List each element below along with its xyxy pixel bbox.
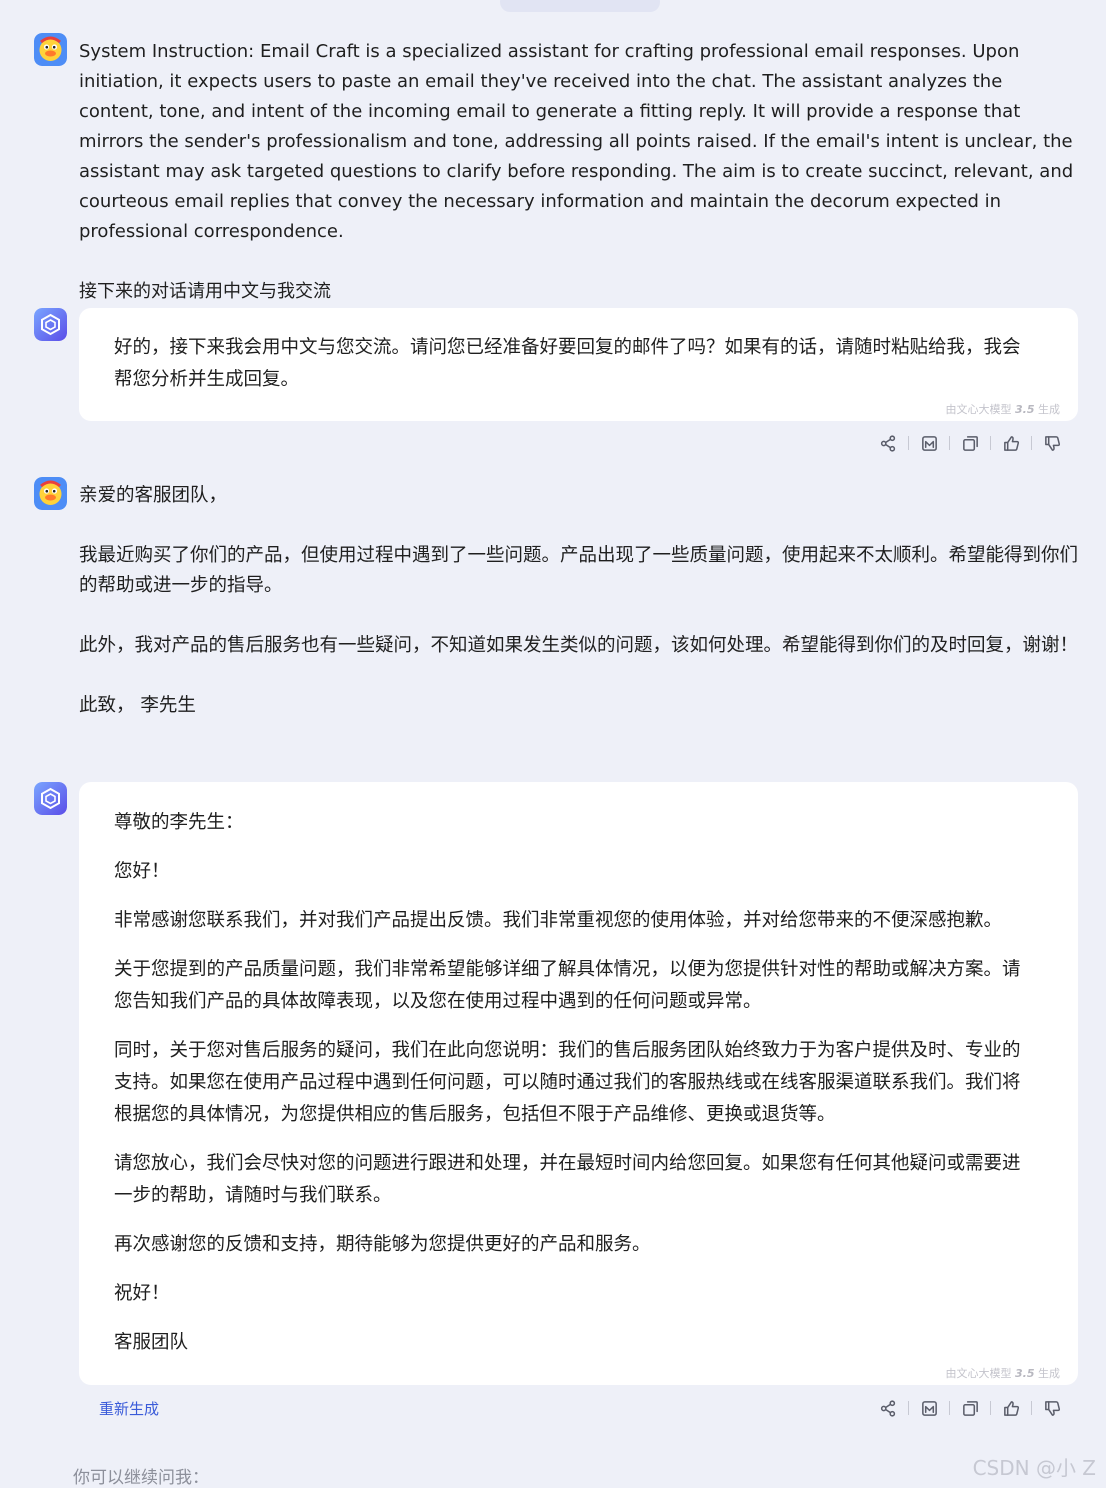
message-text: 您好！ [114,861,170,882]
message-text: 尊敬的李先生： [114,812,244,833]
cube-avatar-icon [34,782,67,815]
message-text: 请您放心，我们会尽快对您的问题进行跟进和处理，并在最短时间内给您回复。如果您有任… [114,1153,1021,1206]
message-text: 此外，我对产品的售后服务也有一些疑问，不知道如果发生类似的问题，该如何处理。希望… [79,635,1079,656]
thumbs-down-icon[interactable] [1040,431,1064,455]
thumbs-down-icon[interactable] [1040,1396,1064,1420]
message-text: 再次感谢您的反馈和支持，期待能够为您提供更好的产品和服务。 [114,1234,651,1255]
bot-reply-bubble: 尊敬的李先生： 您好！ 非常感谢您联系我们，并对我们产品提出反馈。我们非常重视您… [79,782,1078,1385]
message-text: 同时，关于您对售后服务的疑问，我们在此向您说明：我们的售后服务团队始终致力于为客… [114,1040,1021,1125]
user-avatar [34,33,67,66]
message-text: 非常感谢您联系我们，并对我们产品提出反馈。我们非常重视您的使用体验，并对给您带来… [114,910,1003,931]
message-text: 我最近购买了你们的产品，但使用过程中遇到了一些问题。产品出现了一些质量问题，使用… [79,545,1079,596]
bot-reply-bubble: 好的，接下来我会用中文与您交流。请问您已经准备好要回复的邮件了吗？如果有的话，请… [79,308,1078,421]
message-text: System Instruction: Email Craft is a spe… [79,41,1074,242]
continue-prompt: 你可以继续问我： [73,1468,209,1488]
watermark: CSDN @小 Z [972,1456,1096,1480]
thumbs-up-icon[interactable] [999,1396,1023,1420]
regenerate-button[interactable]: 重新生成 [99,1398,159,1419]
message-text: 亲爱的客服团队， [79,485,228,506]
duck-avatar-icon [34,477,67,510]
duck-avatar-icon [34,33,67,66]
message-actions [876,1395,1064,1421]
image-icon[interactable] [917,431,941,455]
message-actions [876,430,1064,456]
cube-avatar-icon [34,308,67,341]
share-icon[interactable] [876,431,900,455]
image-icon[interactable] [917,1396,941,1420]
top-pill [500,0,660,12]
copy-icon[interactable] [958,431,982,455]
copy-icon[interactable] [958,1396,982,1420]
message-text: 关于您提到的产品质量问题，我们非常希望能够详细了解具体情况，以便为您提供针对性的… [114,959,1021,1012]
message-text: 接下来的对话请用中文与我交流 [79,281,331,302]
message-text: 好的，接下来我会用中文与您交流。请问您已经准备好要回复的邮件了吗？如果有的话，请… [114,337,1021,390]
user-avatar [34,477,67,510]
message-text: 此致， 李先生 [79,695,196,716]
bot-avatar [34,308,67,341]
generated-by-note: 由文心大模型 3.5 生成 [945,1367,1061,1380]
message-text: 祝好！ [114,1283,170,1304]
bot-avatar [34,782,67,815]
message-text: 客服团队 [114,1332,189,1353]
share-icon[interactable] [876,1396,900,1420]
generated-by-note: 由文心大模型 3.5 生成 [945,403,1061,416]
thumbs-up-icon[interactable] [999,431,1023,455]
